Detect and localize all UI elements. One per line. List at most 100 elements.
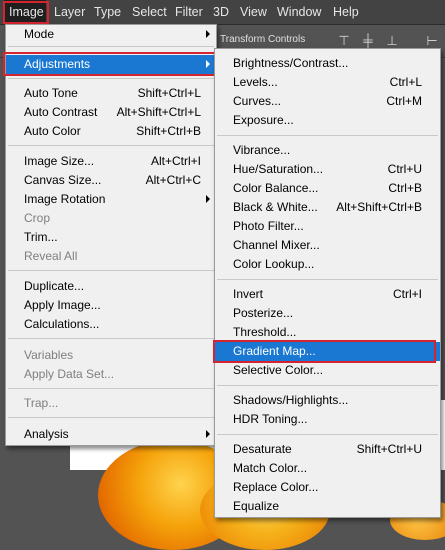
menu-item-posterize[interactable]: Posterize... (215, 304, 440, 323)
color-lookup-label: Color Lookup... (233, 257, 315, 271)
menu-item-analysis[interactable]: Analysis (6, 425, 216, 444)
separator (8, 388, 214, 389)
menu-item-channel-mixer[interactable]: Channel Mixer... (215, 236, 440, 255)
separator (217, 279, 438, 280)
replace-color-label: Replace Color... (233, 480, 319, 494)
separator (8, 145, 214, 146)
menu-item-exposure[interactable]: Exposure... (215, 111, 440, 130)
duplicate-label: Duplicate... (24, 279, 85, 293)
menu-item-color-lookup[interactable]: Color Lookup... (215, 255, 440, 274)
menu-item-hue-saturation[interactable]: Hue/Saturation... Ctrl+U (215, 160, 440, 179)
menu-item-threshold[interactable]: Threshold... (215, 323, 440, 342)
menu-item-vibrance[interactable]: Vibrance... (215, 141, 440, 160)
menu-item-image-rotation[interactable]: Image Rotation (6, 190, 216, 209)
separator (8, 270, 214, 271)
menu-item-auto-color[interactable]: Auto Color Shift+Ctrl+B (6, 122, 216, 141)
levels-label: Levels... (233, 75, 278, 89)
auto-color-label: Auto Color (24, 124, 81, 138)
menu-select[interactable]: Select (132, 0, 167, 24)
menu-item-selective-color[interactable]: Selective Color... (215, 361, 440, 380)
selective-color-label: Selective Color... (233, 363, 324, 377)
menu-item-shadows-highlights[interactable]: Shadows/Highlights... (215, 391, 440, 410)
image-menu: Mode Adjustments Auto Tone Shift+Ctrl+L … (5, 24, 217, 446)
separator (217, 135, 438, 136)
menu-item-invert[interactable]: Invert Ctrl+I (215, 285, 440, 304)
menu-layer[interactable]: Layer (54, 0, 85, 24)
chevron-right-icon (206, 30, 210, 38)
separator (8, 417, 214, 418)
menu-item-adjustments[interactable]: Adjustments (6, 55, 216, 74)
menu-view[interactable]: View (240, 0, 267, 24)
menu-item-curves[interactable]: Curves... Ctrl+M (215, 92, 440, 111)
menu-item-canvas-size[interactable]: Canvas Size... Alt+Ctrl+C (6, 171, 216, 190)
canvas-size-label: Canvas Size... (24, 173, 102, 187)
photo-filter-label: Photo Filter... (233, 219, 304, 233)
align-bottom-icon[interactable]: ⊥ (384, 33, 400, 49)
menu-item-trap: Trap... (6, 394, 216, 413)
menu-item-mode[interactable]: Mode (6, 25, 216, 44)
menu-item-match-color[interactable]: Match Color... (215, 459, 440, 478)
chevron-right-icon (206, 60, 210, 68)
menu-item-photo-filter[interactable]: Photo Filter... (215, 217, 440, 236)
crop-label: Crop (24, 211, 51, 225)
hdr-toning-label: HDR Toning... (233, 412, 308, 426)
menu-item-auto-tone[interactable]: Auto Tone Shift+Ctrl+L (6, 84, 216, 103)
calculations-label: Calculations... (24, 317, 100, 331)
menu-item-image-size[interactable]: Image Size... Alt+Ctrl+I (6, 152, 216, 171)
menu-item-hdr-toning[interactable]: HDR Toning... (215, 410, 440, 429)
separator (8, 46, 214, 47)
variables-label: Variables (24, 348, 74, 362)
auto-contrast-shortcut: Alt+Shift+Ctrl+L (116, 105, 201, 119)
menu-item-crop: Crop (6, 209, 216, 228)
apply-image-label: Apply Image... (24, 298, 101, 312)
separator (8, 338, 214, 339)
menu-help[interactable]: Help (333, 0, 359, 24)
brightness-contrast-label: Brightness/Contrast... (233, 56, 349, 70)
align-top-icon[interactable]: ⊤ (336, 33, 352, 49)
threshold-label: Threshold... (233, 325, 297, 339)
auto-tone-shortcut: Shift+Ctrl+L (137, 86, 201, 100)
menu-item-gradient-map[interactable]: Gradient Map... (215, 342, 440, 361)
menu-item-color-balance[interactable]: Color Balance... Ctrl+B (215, 179, 440, 198)
separator (217, 385, 438, 386)
adjustments-submenu: Brightness/Contrast... Levels... Ctrl+L … (214, 48, 441, 518)
menu-item-replace-color[interactable]: Replace Color... (215, 478, 440, 497)
menu-item-brightness-contrast[interactable]: Brightness/Contrast... (215, 54, 440, 73)
chevron-right-icon (206, 430, 210, 438)
menu-image[interactable]: Image (4, 0, 46, 24)
trap-label: Trap... (24, 396, 59, 410)
menu-type[interactable]: Type (94, 0, 121, 24)
transform-controls-label[interactable]: Transform Controls (220, 34, 305, 45)
menu-item-levels[interactable]: Levels... Ctrl+L (215, 73, 440, 92)
curves-label: Curves... (233, 94, 282, 108)
menu-3d[interactable]: 3D (213, 0, 229, 24)
reveal-all-label: Reveal All (24, 249, 78, 263)
menu-bar: Image Layer Type Select Filter 3D View W… (0, 0, 445, 25)
auto-tone-label: Auto Tone (24, 86, 78, 100)
menu-item-calculations[interactable]: Calculations... (6, 315, 216, 334)
mode-label: Mode (24, 27, 55, 41)
align-left-icon[interactable]: ⊢ (424, 33, 440, 49)
image-size-shortcut: Alt+Ctrl+I (150, 154, 201, 168)
menu-item-equalize[interactable]: Equalize (215, 497, 440, 516)
canvas-size-shortcut: Alt+Ctrl+C (145, 173, 201, 187)
menu-item-black-white[interactable]: Black & White... Alt+Shift+Ctrl+B (215, 198, 440, 217)
menu-item-apply-image[interactable]: Apply Image... (6, 296, 216, 315)
menu-filter[interactable]: Filter (175, 0, 203, 24)
menu-item-reveal-all: Reveal All (6, 247, 216, 266)
exposure-label: Exposure... (233, 113, 294, 127)
desaturate-label: Desaturate (233, 442, 292, 456)
menu-item-duplicate[interactable]: Duplicate... (6, 277, 216, 296)
menu-item-apply-data-set: Apply Data Set... (6, 365, 216, 384)
curves-shortcut: Ctrl+M (386, 94, 422, 108)
menu-item-trim[interactable]: Trim... (6, 228, 216, 247)
menu-item-auto-contrast[interactable]: Auto Contrast Alt+Shift+Ctrl+L (6, 103, 216, 122)
image-rotation-label: Image Rotation (24, 192, 106, 206)
align-vertical-center-icon[interactable]: ╪ (360, 33, 376, 49)
channel-mixer-label: Channel Mixer... (233, 238, 320, 252)
menu-window[interactable]: Window (277, 0, 321, 24)
menu-item-desaturate[interactable]: Desaturate Shift+Ctrl+U (215, 440, 440, 459)
invert-label: Invert (233, 287, 264, 301)
auto-contrast-label: Auto Contrast (24, 105, 98, 119)
trim-label: Trim... (24, 230, 58, 244)
